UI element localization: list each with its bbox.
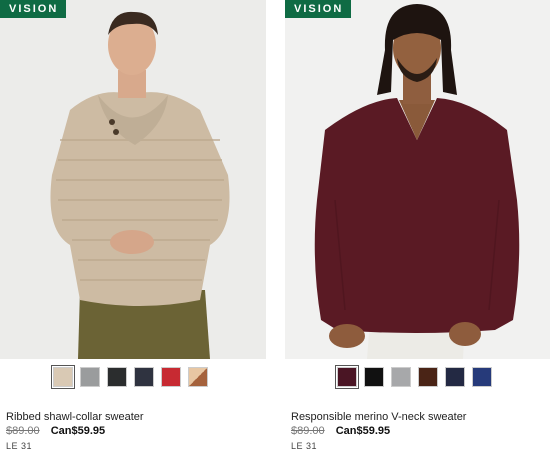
swatch-charcoal[interactable] — [107, 367, 127, 387]
swatch-beige[interactable] — [51, 365, 75, 389]
product-image[interactable]: VISION — [0, 0, 266, 359]
color-swatches — [0, 359, 266, 395]
swatch-navy[interactable] — [445, 367, 465, 387]
swatch-grey[interactable] — [80, 367, 100, 387]
product-image[interactable]: VISION — [285, 0, 550, 359]
swatch-burgundy[interactable] — [335, 365, 359, 389]
swatch-navy[interactable] — [134, 367, 154, 387]
original-price: $89.00 — [6, 425, 40, 437]
product-photo-illustration — [285, 0, 550, 359]
vision-badge: VISION — [285, 0, 352, 18]
size-note: LE 31 — [6, 441, 33, 451]
price-row: $89.00 Can$59.95 — [6, 425, 105, 437]
swatch-blue[interactable] — [472, 367, 492, 387]
vision-badge: VISION — [0, 0, 67, 18]
size-note: LE 31 — [291, 441, 318, 451]
product-card-shawl-collar[interactable]: VISION Ribbed shawl-collar sweater $89.0… — [0, 0, 266, 451]
original-price: $89.00 — [291, 425, 325, 437]
product-photo-illustration — [0, 0, 266, 359]
swatch-grey[interactable] — [391, 367, 411, 387]
product-name[interactable]: Ribbed shawl-collar sweater — [6, 411, 144, 423]
color-swatches — [285, 359, 550, 395]
price-row: $89.00 Can$59.95 — [291, 425, 390, 437]
swatch-black[interactable] — [364, 367, 384, 387]
swatch-camel[interactable] — [188, 367, 208, 387]
product-name[interactable]: Responsible merino V-neck sweater — [291, 411, 466, 423]
swatch-red[interactable] — [161, 367, 181, 387]
swatch-brown[interactable] — [418, 367, 438, 387]
sale-price: Can$59.95 — [335, 425, 391, 437]
product-card-vneck[interactable]: VISION Responsible merino V-neck sweater… — [285, 0, 550, 451]
sale-price: Can$59.95 — [50, 425, 106, 437]
